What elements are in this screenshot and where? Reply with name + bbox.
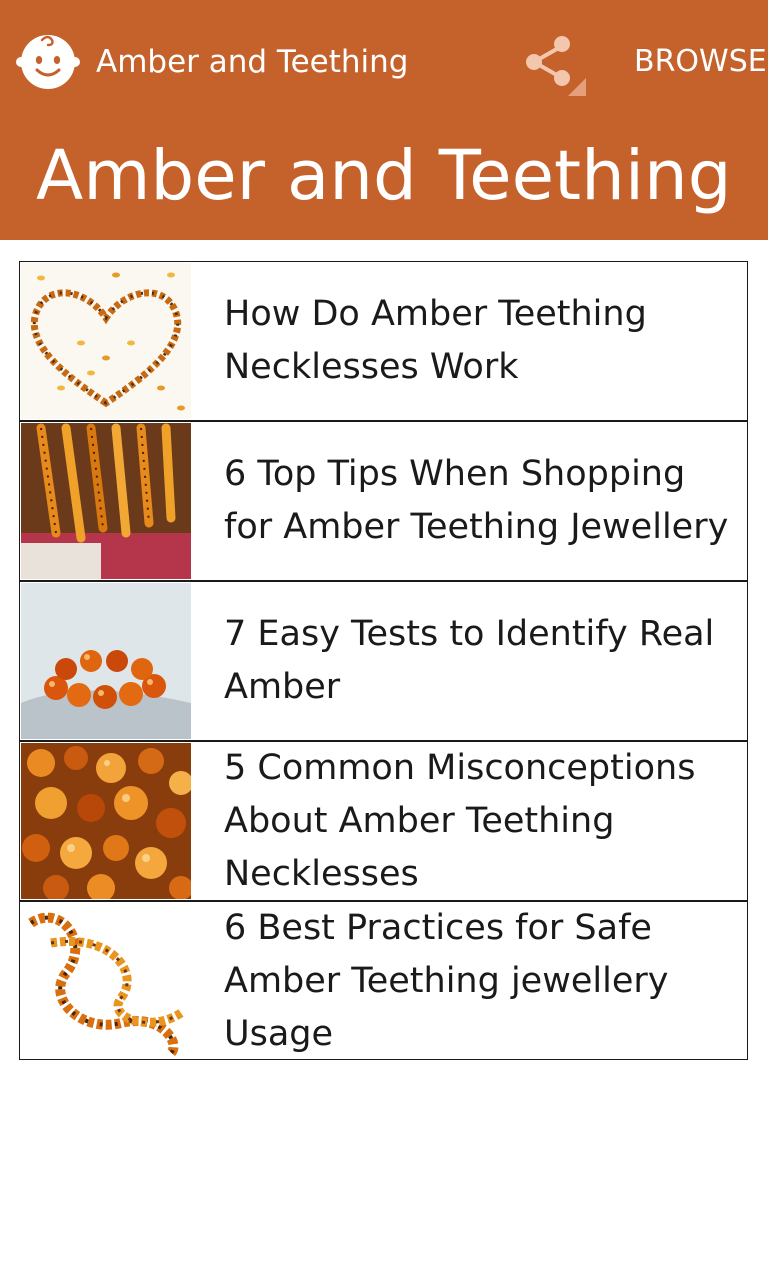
article-title: 6 Top Tips When Shopping for Amber Teeth…: [224, 454, 729, 547]
amber-beads-pile-image: [21, 743, 191, 899]
pivot-tab-amber-and-teething[interactable]: Amber and Teething: [36, 136, 732, 216]
list-item[interactable]: 5 Common Misconceptions About Amber Teet…: [20, 742, 747, 902]
article-title: 5 Common Misconceptions About Amber Teet…: [224, 747, 696, 894]
list-item[interactable]: 6 Top Tips When Shopping for Amber Teeth…: [20, 422, 747, 582]
amber-heart-necklace-image: [21, 263, 191, 419]
article-title: 6 Best Practices for Safe Amber Teething…: [224, 907, 669, 1054]
article-title: 7 Easy Tests to Identify Real Amber: [224, 614, 715, 707]
amber-chip-necklace-image: [21, 903, 191, 1059]
amber-bracelet-in-hand-image: [21, 583, 191, 739]
list-item[interactable]: 6 Best Practices for Safe Amber Teething…: [20, 902, 747, 1059]
app-header: Amber and Teething BROWSE Amber and Teet…: [0, 0, 768, 240]
baby-face-icon: [16, 35, 80, 89]
list-item[interactable]: How Do Amber Teething Necklesses Work: [20, 262, 747, 422]
amber-necklaces-display-image: [21, 423, 191, 579]
browse-button[interactable]: BROWSE: [634, 40, 767, 84]
share-icon[interactable]: [516, 28, 592, 98]
article-list: How Do Amber Teething Necklesses Work 6 …: [19, 261, 748, 1060]
article-title: How Do Amber Teething Necklesses Work: [224, 294, 647, 387]
list-item[interactable]: 7 Easy Tests to Identify Real Amber: [20, 582, 747, 742]
pivot-header: Amber and TeethingHo: [36, 128, 768, 224]
app-title: Amber and Teething: [96, 44, 409, 80]
